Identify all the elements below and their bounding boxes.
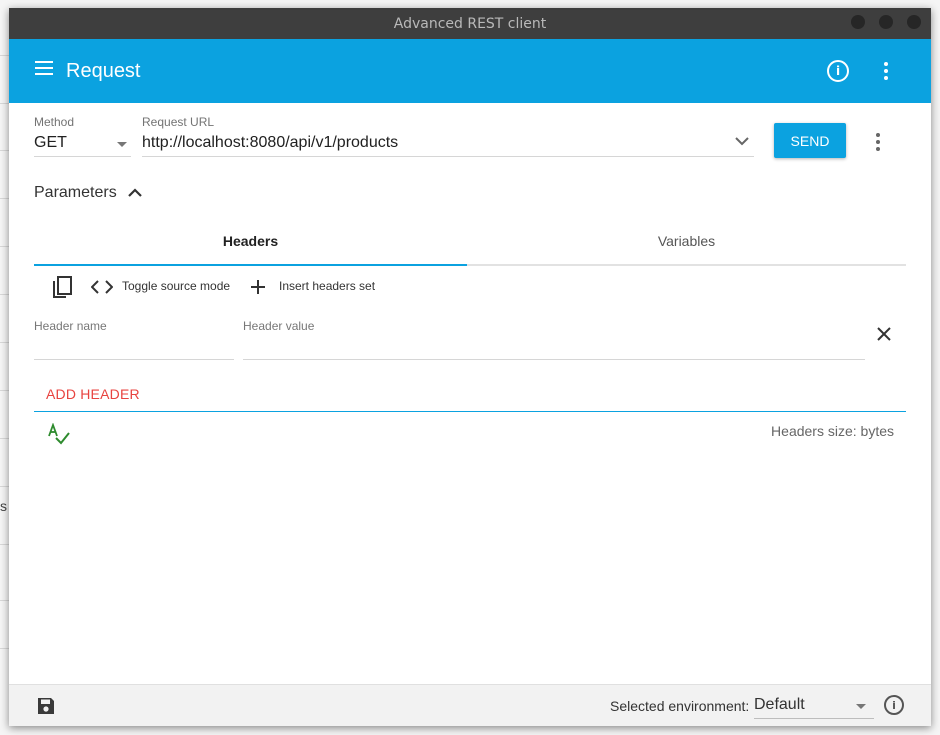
copy-icon[interactable] [51,276,73,300]
window-title: Advanced REST client [393,15,547,32]
code-icon[interactable] [91,280,113,294]
method-dropdown-icon[interactable] [117,142,127,147]
window-controls [851,15,921,29]
remove-header-close-icon[interactable] [876,326,892,342]
section-divider [34,411,906,412]
url-history-chevron-icon[interactable] [735,136,749,146]
parameters-label: Parameters [34,184,117,201]
method-underline [34,156,131,157]
environment-select[interactable]: Default [754,696,805,714]
title-bar[interactable]: Advanced REST client [9,8,931,39]
page-title: Request [66,60,141,82]
header-name-underline [34,359,234,360]
minimize-button[interactable] [851,15,865,29]
method-label: Method [34,115,75,129]
bg-right-edge [930,40,940,690]
info-icon[interactable]: i [827,60,849,82]
url-input[interactable]: http://localhost:8080/api/v1/products [142,134,398,152]
bg-text-fragment: s [0,498,7,514]
header-name-input[interactable] [34,336,234,358]
url-label: Request URL [142,115,215,129]
tab-variables[interactable]: Variables [467,233,906,249]
footer-bar: Selected environment: Default i [9,684,931,726]
add-icon[interactable] [251,280,265,294]
header-value-input[interactable] [243,336,865,358]
header-name-label: Header name [34,319,107,333]
environment-dropdown-icon[interactable] [856,704,866,709]
menu-icon[interactable] [35,61,55,79]
request-more-icon[interactable] [876,133,880,151]
close-window-button[interactable] [907,15,921,29]
environment-underline [754,718,874,719]
method-select[interactable]: GET [34,134,67,152]
maximize-button[interactable] [879,15,893,29]
toggle-source-mode-button[interactable]: Toggle source mode [122,279,230,293]
save-icon[interactable] [36,696,56,716]
tab-indicator [34,264,467,266]
more-vert-icon[interactable] [884,62,888,80]
header-value-underline [243,359,865,360]
send-button[interactable]: SEND [774,123,846,158]
collapse-chevron-icon[interactable] [128,188,142,198]
insert-headers-set-button[interactable]: Insert headers set [279,279,375,293]
app-toolbar: Request i [9,39,931,103]
tab-headers[interactable]: Headers [34,233,467,249]
footer-info-icon[interactable]: i [884,695,904,715]
app-window: Advanced REST client Request i Method GE… [9,8,931,726]
headers-size-label: Headers size: bytes [771,423,894,439]
add-header-button[interactable]: ADD HEADER [46,386,140,402]
url-underline [142,156,754,157]
spellcheck-icon [48,423,70,445]
environment-label: Selected environment: [610,698,750,714]
header-value-label: Header value [243,319,315,333]
